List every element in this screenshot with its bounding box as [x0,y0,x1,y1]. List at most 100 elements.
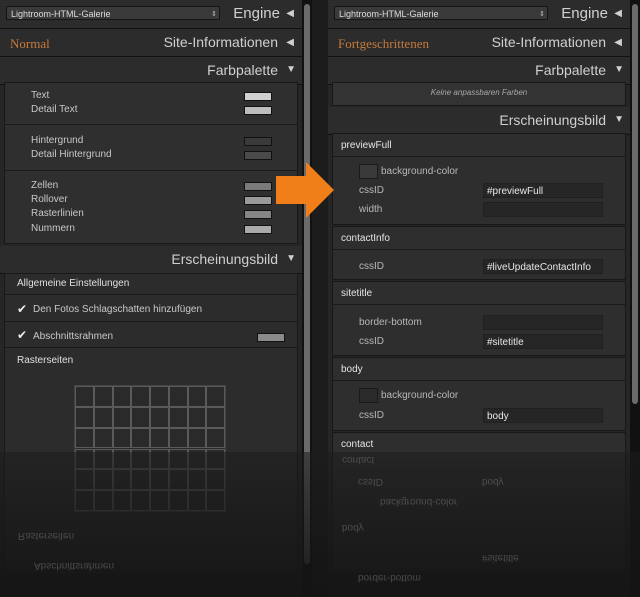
grid-cell [150,406,169,428]
swatch-rasterlinien[interactable] [244,210,272,219]
preset-label: Fortgeschrittenen [338,36,429,51]
divider [5,294,297,295]
grid-cell [187,386,207,407]
cssid-field[interactable]: #liveUpdateContactInfo [483,259,603,274]
swatch-nummern[interactable] [244,225,272,234]
orange-arrow-icon [276,162,334,218]
border-field[interactable] [483,315,603,330]
grid-cell [168,386,188,407]
preset-label: Normal [10,36,50,51]
keine-farben-box: Keine anpassbaren Farben [332,82,626,106]
collapse-down-icon[interactable]: ▼ [286,253,296,264]
color-swatch[interactable] [359,164,378,179]
cssid-label: cssID [359,185,384,196]
block-contactinfo: contactInfo cssID #liveUpdateContactInfo [332,226,626,280]
mirror-text: cssID [358,476,383,487]
farbpalette-title: Farbpalette [207,62,278,78]
checkbox-schatten[interactable]: ✔ [17,302,27,316]
farbpalette-header[interactable]: Farbpalette ▼ [0,57,302,85]
erscheinungsbild-header[interactable]: Erscheinungsbild ▼ [328,107,630,135]
mirror-text: body [342,522,364,533]
grid-cell [93,427,113,449]
grid-cell [112,386,132,407]
site-info-title: Site-Informationen [163,34,278,50]
palette-label: Text [31,90,50,101]
engine-select-value: Lightroom-HTML-Galerie [11,9,111,19]
site-info-header[interactable]: Normal Site-Informationen ◀ [0,29,302,57]
palette-label: Rasterlinien [31,208,84,219]
checkbox-abschnitt[interactable]: ✔ [17,328,27,342]
palette-label: Zellen [31,180,59,191]
width-label: width [359,204,383,215]
engine-label: Engine [233,5,280,22]
swatch-detail-hintergrund[interactable] [244,151,272,160]
grid-cell [187,427,207,449]
allgemeine-title: Allgemeine Einstellungen [17,278,130,289]
grid-cell [206,427,225,449]
swatch-hintergrund[interactable] [244,137,272,146]
scroll-thumb[interactable] [632,4,638,404]
block-body: body background-color cssID body [332,357,626,431]
mirror-text: #sitetitle [482,552,519,563]
collapse-left-icon[interactable]: ◀ [614,8,622,19]
collapse-left-icon[interactable]: ◀ [286,8,294,19]
mirror-text: body [482,476,504,487]
expand-left-icon[interactable]: ◀ [614,37,622,48]
mirror-text: background-color [380,496,458,507]
grid-cell [168,406,188,428]
engine-select[interactable]: Lightroom-HTML-Galerie ⇕ [334,6,548,20]
mirror-text: Abschnittsrahmen [34,560,115,571]
schatten-label: Den Fotos Schlagschatten hinzufügen [33,304,202,315]
divider [5,170,297,171]
border-label: border-bottom [359,317,422,328]
grid-cell [112,427,132,449]
cssid-field[interactable]: #sitetitle [483,334,603,349]
erscheinungsbild-header[interactable]: Erscheinungsbild ▼ [0,246,302,274]
site-info-title: Site-Informationen [491,34,606,50]
grid-cell [206,386,225,407]
engine-row: Lightroom-HTML-Galerie ⇕ Engine ◀ [0,0,302,29]
grid-cell [75,386,94,407]
grid-cell [150,427,169,449]
swatch-detail-text[interactable] [244,106,272,115]
cssid-field[interactable]: #previewFull [483,183,603,198]
block-previewfull: previewFull background-color cssID #prev… [332,133,626,225]
collapse-down-icon[interactable]: ▼ [614,64,624,75]
keine-farben-text: Keine anpassbaren Farben [430,88,528,97]
block-sitetitle: sitetitle border-bottom cssID #sitetitle [332,281,626,356]
block-title: sitetitle [341,288,373,299]
farbpalette-header[interactable]: Farbpalette ▼ [328,57,630,85]
abschnitt-label: Abschnittsrahmen [33,331,114,342]
farbpalette-title: Farbpalette [535,62,606,78]
collapse-down-icon[interactable]: ▼ [286,64,296,75]
swatch-rollover[interactable] [244,196,272,205]
divider [333,156,625,157]
reflection-overlay: Rasterseiten Abschnittsrahmen contact cs… [0,452,640,597]
mirror-text: Rasterseiten [18,530,75,541]
divider [333,249,625,250]
swatch-zellen[interactable] [244,182,272,191]
swatch-text[interactable] [244,92,272,101]
rasterseiten-title: Rasterseiten [17,355,74,366]
grid-cell [150,386,169,407]
engine-select-value: Lightroom-HTML-Galerie [339,9,439,19]
divider [333,304,625,305]
cssid-field[interactable]: body [483,408,603,423]
divider [333,380,625,381]
grid-cell [93,406,113,428]
expand-left-icon[interactable]: ◀ [286,37,294,48]
select-arrows-icon: ⇕ [211,11,217,18]
palette-box: Text Detail Text Hintergrund Detail Hint… [4,82,298,244]
block-title: body [341,364,363,375]
grid-cell [131,386,150,407]
width-field[interactable] [483,202,603,217]
divider [5,321,297,322]
mirror-text: border-bottom [358,572,421,583]
palette-label: Detail Text [31,104,78,115]
engine-select[interactable]: Lightroom-HTML-Galerie ⇕ [6,6,220,20]
swatch-abschnitt[interactable] [257,333,285,342]
collapse-down-icon[interactable]: ▼ [614,114,624,125]
site-info-header[interactable]: Fortgeschrittenen Site-Informationen ◀ [328,29,630,57]
color-swatch[interactable] [359,388,378,403]
block-title: previewFull [341,140,392,151]
